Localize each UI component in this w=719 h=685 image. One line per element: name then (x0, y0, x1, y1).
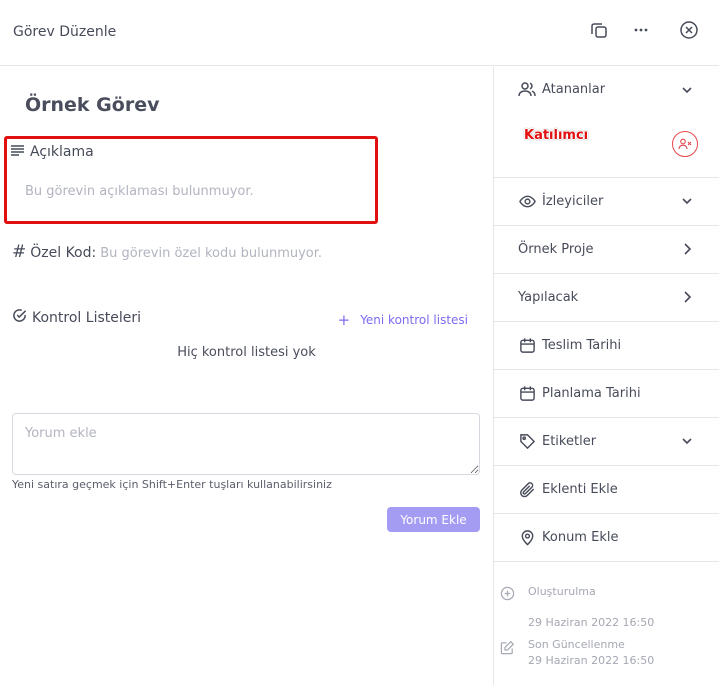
watchers-row[interactable]: İzleyiciler (494, 178, 719, 226)
task-main-panel: Örnek Görev Açıklama Bu görevin açıklama… (0, 67, 493, 685)
close-icon (679, 20, 699, 44)
user-remove-icon (678, 135, 692, 154)
eye-icon (518, 193, 536, 211)
users-icon (518, 81, 536, 97)
hash-icon: # (12, 242, 27, 262)
more-icon (631, 20, 651, 44)
status-label: Yapılacak (518, 290, 579, 305)
paperclip-icon (518, 481, 536, 499)
custom-code-row: # Özel Kod: Bu görevin özel kodu bulunmu… (12, 242, 322, 262)
new-checklist-button[interactable]: + Yeni kontrol listesi (338, 311, 468, 329)
task-title[interactable]: Örnek Görev (25, 94, 159, 116)
plus-circle-icon (500, 586, 515, 604)
chevron-down-icon (682, 198, 692, 205)
tags-label: Etiketler (542, 434, 597, 449)
description-header: Açıklama (10, 143, 94, 161)
edit-icon (500, 640, 515, 658)
assignees-header[interactable]: Atananlar (518, 81, 605, 97)
tags-row[interactable]: Etiketler (494, 418, 719, 466)
more-options-button[interactable] (630, 21, 652, 43)
description-empty-text[interactable]: Bu görevin açıklaması bulunmuyor. (25, 184, 254, 199)
new-checklist-label: Yeni kontrol listesi (360, 313, 468, 327)
comment-hint: Yeni satıra geçmek için Shift+Enter tuşl… (12, 478, 332, 491)
created-label: Oluşturulma (528, 585, 596, 598)
participant-name: Katılımcı (524, 128, 589, 143)
add-attachment-row[interactable]: Eklenti Ekle (494, 466, 719, 514)
close-button[interactable] (678, 21, 700, 43)
check-circle-icon (12, 308, 27, 327)
add-comment-button[interactable]: Yorum Ekle (387, 507, 480, 532)
plus-icon: + (337, 311, 351, 329)
chevron-right-icon (684, 291, 692, 303)
project-label: Örnek Proje (518, 242, 594, 257)
calendar-icon (518, 385, 536, 403)
planning-date-label: Planlama Tarihi (542, 386, 641, 401)
updated-label: Son Güncellenme (528, 638, 625, 651)
checklists-label: Kontrol Listeleri (32, 309, 141, 326)
add-location-row[interactable]: Konum Ekle (494, 514, 719, 562)
dialog-header: Görev Düzenle (0, 0, 719, 66)
checklists-empty-text: Hiç kontrol listesi yok (177, 345, 316, 360)
chevron-down-icon (682, 438, 692, 445)
tag-icon (518, 433, 536, 451)
chevron-right-icon (684, 243, 692, 255)
text-lines-icon (10, 143, 25, 161)
copy-button[interactable] (588, 21, 610, 43)
updated-date: 29 Haziran 2022 16:50 (528, 654, 655, 667)
custom-code-label: Özel Kod: (30, 245, 97, 261)
dialog-title: Görev Düzenle (13, 24, 117, 40)
add-attachment-label: Eklenti Ekle (542, 482, 618, 497)
location-pin-icon (518, 529, 536, 547)
copy-icon (589, 20, 609, 44)
status-row[interactable]: Yapılacak (494, 274, 719, 322)
assignees-section: Atananlar Katılımcı (494, 67, 719, 178)
add-location-label: Konum Ekle (542, 530, 619, 545)
planning-date-row[interactable]: Planlama Tarihi (494, 370, 719, 418)
assignees-label: Atananlar (542, 81, 606, 97)
due-date-row[interactable]: Teslim Tarihi (494, 322, 719, 370)
chevron-down-icon[interactable] (679, 82, 695, 98)
project-row[interactable]: Örnek Proje (494, 226, 719, 274)
created-date: 29 Haziran 2022 16:50 (528, 616, 655, 629)
comment-input[interactable] (12, 413, 480, 475)
task-sidebar: Atananlar Katılımcı İzleyiciler Örnek Pr… (493, 67, 719, 685)
watchers-label: İzleyiciler (542, 194, 604, 209)
checklists-header: Kontrol Listeleri (12, 308, 141, 327)
description-label: Açıklama (30, 144, 94, 160)
custom-code-empty-text[interactable]: Bu görevin özel kodu bulunmuyor. (100, 246, 322, 261)
calendar-icon (518, 337, 536, 355)
due-date-label: Teslim Tarihi (542, 338, 622, 353)
remove-participant-button[interactable] (672, 131, 698, 157)
